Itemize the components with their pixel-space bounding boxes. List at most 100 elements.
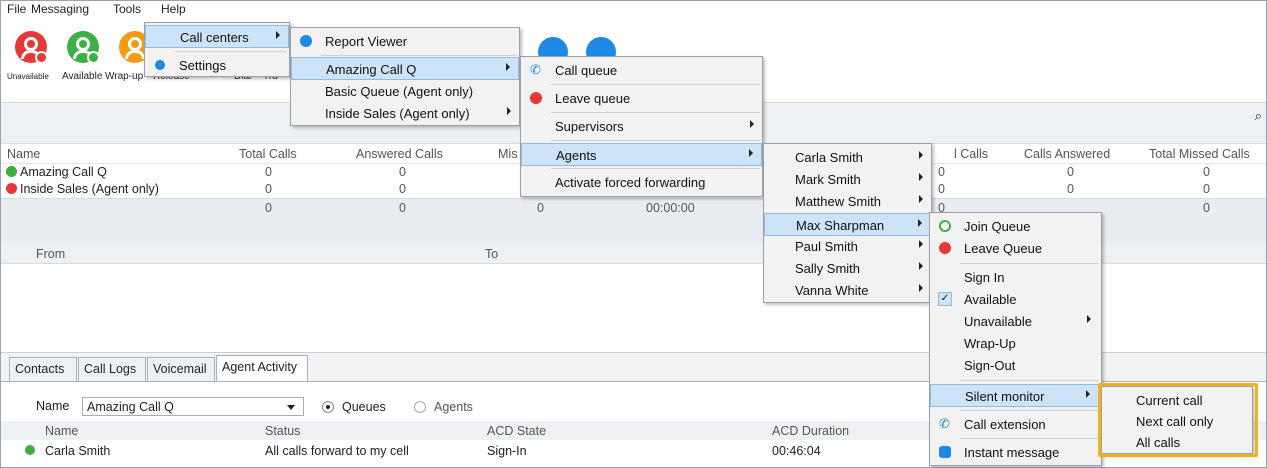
menu-item-join-queue[interactable]: Join Queue bbox=[930, 215, 1101, 238]
menu-bar: File Messaging Tools Help bbox=[1, 1, 1266, 19]
available-icon[interactable] bbox=[67, 31, 100, 64]
chevron-right-icon bbox=[276, 31, 280, 39]
tab-call-logs[interactable]: Call Logs bbox=[78, 357, 146, 381]
col-total-missed[interactable]: Total Missed Calls bbox=[1149, 147, 1250, 161]
col-from[interactable]: From bbox=[36, 247, 65, 261]
radio-agents-label[interactable]: Agents bbox=[434, 400, 473, 414]
menu-item-leave-queue[interactable]: Leave queue bbox=[521, 87, 762, 110]
menu-item-supervisors[interactable]: Supervisors bbox=[521, 115, 762, 138]
menu-item-report-viewer[interactable]: Report Viewer bbox=[291, 30, 519, 53]
menu-item-available[interactable]: ✓ Available bbox=[930, 288, 1101, 311]
agent-item-carla[interactable]: Carla Smith bbox=[764, 146, 931, 169]
menu-help[interactable]: Help bbox=[161, 2, 186, 16]
col-calls-answered[interactable]: Calls Answered bbox=[1024, 147, 1110, 161]
menu-item-wrap-up[interactable]: Wrap-Up bbox=[930, 332, 1101, 355]
radio-queues[interactable] bbox=[322, 401, 334, 413]
menu-item-settings[interactable]: Settings bbox=[145, 54, 289, 77]
tab-contacts[interactable]: Contacts bbox=[9, 357, 77, 381]
menu-item-silent-monitor[interactable]: Silent monitor bbox=[930, 384, 1101, 407]
chevron-right-icon bbox=[919, 284, 923, 292]
totals-missed: 0 bbox=[537, 201, 544, 215]
menu-item-sign-in[interactable]: Sign In bbox=[930, 266, 1101, 289]
menu-item-call-queue[interactable]: ✆ Call queue bbox=[521, 59, 762, 82]
totals-total-missed: 0 bbox=[1203, 201, 1210, 215]
phone-icon: ✆ bbox=[939, 416, 950, 431]
menu-file[interactable]: File bbox=[7, 2, 26, 16]
queue-select-value: Amazing Call Q bbox=[87, 400, 174, 414]
menu-item-instant-message[interactable]: Instant message bbox=[930, 441, 1101, 464]
agent-item-vanna[interactable]: Vanna White bbox=[764, 279, 931, 302]
col-missed[interactable]: Mis bbox=[498, 147, 517, 161]
unavailable-icon[interactable] bbox=[15, 31, 48, 64]
menu-item-call-centers[interactable]: Call centers bbox=[145, 25, 289, 48]
tab-voicemail[interactable]: Voicemail bbox=[147, 357, 215, 381]
menu-item-inside-sales[interactable]: Inside Sales (Agent only) bbox=[291, 102, 519, 125]
call-centers-menu: Report Viewer Amazing Call Q Basic Queue… bbox=[290, 27, 520, 126]
calls-answered-value: 0 bbox=[1067, 182, 1074, 196]
menu-item-basic-queue[interactable]: Basic Queue (Agent only) bbox=[291, 80, 519, 103]
totals-answered: 0 bbox=[399, 201, 406, 215]
menu-item-activate-forwarding[interactable]: Activate forced forwarding bbox=[521, 171, 762, 194]
agent-item-mark[interactable]: Mark Smith bbox=[764, 168, 931, 191]
agent-item-matthew[interactable]: Matthew Smith bbox=[764, 190, 931, 213]
menu-messaging[interactable]: Messaging bbox=[31, 2, 89, 16]
chevron-right-icon bbox=[506, 63, 510, 71]
radio-queues-label[interactable]: Queues bbox=[342, 400, 386, 414]
menu-item-leave-queue-agent[interactable]: Leave Queue bbox=[930, 237, 1101, 260]
phone-icon: ✆ bbox=[530, 62, 541, 77]
total-calls-value: 0 bbox=[265, 165, 272, 179]
col-status[interactable]: Status bbox=[265, 424, 300, 438]
menu-item-call-extension[interactable]: ✆ Call extension bbox=[930, 413, 1101, 436]
col-answered-calls[interactable]: Answered Calls bbox=[356, 147, 443, 161]
menu-item-amazing-call-q[interactable]: Amazing Call Q bbox=[291, 57, 519, 80]
col-name[interactable]: Name bbox=[7, 147, 40, 161]
col-acd-duration[interactable]: ACD Duration bbox=[772, 424, 849, 438]
col-to[interactable]: To bbox=[485, 247, 498, 261]
checkmark-icon: ✓ bbox=[938, 292, 952, 306]
agent-item-max[interactable]: Max Sharpman bbox=[764, 213, 931, 236]
chevron-right-icon bbox=[749, 149, 753, 157]
radio-agents[interactable] bbox=[414, 401, 426, 413]
agent-status-icon bbox=[25, 445, 35, 455]
leave-icon bbox=[530, 92, 542, 104]
agent-acd-state: Sign-In bbox=[487, 444, 527, 458]
gear-icon bbox=[155, 60, 165, 70]
chevron-right-icon bbox=[918, 219, 922, 227]
queue-select[interactable]: Amazing Call Q bbox=[82, 397, 304, 416]
total-calls-value: 0 bbox=[265, 182, 272, 196]
queue-name: Inside Sales (Agent only) bbox=[20, 182, 159, 196]
name-label: Name bbox=[36, 399, 70, 413]
chevron-down-icon bbox=[287, 405, 295, 410]
wrap-up-label: Wrap-up bbox=[105, 71, 144, 82]
col-acd-state[interactable]: ACD State bbox=[487, 424, 546, 438]
calls-value: 0 bbox=[938, 165, 945, 179]
leave-icon bbox=[939, 242, 951, 254]
col-calls[interactable]: l Calls bbox=[954, 147, 988, 161]
tab-agent-activity[interactable]: Agent Activity bbox=[216, 355, 308, 381]
report-icon bbox=[300, 35, 312, 47]
available-label: Available bbox=[62, 71, 103, 82]
agent-status: All calls forward to my cell bbox=[265, 444, 409, 458]
unavailable-status-icon bbox=[6, 183, 17, 194]
tools-menu: Call centers Settings bbox=[144, 22, 290, 77]
menu-tools[interactable]: Tools bbox=[113, 2, 141, 16]
calls-answered-value: 0 bbox=[1067, 165, 1074, 179]
col-total-calls[interactable]: Total Calls bbox=[239, 147, 297, 161]
menu-item-agents[interactable]: Agents bbox=[521, 143, 762, 166]
chevron-right-icon bbox=[919, 195, 923, 203]
agent-item-paul[interactable]: Paul Smith bbox=[764, 235, 931, 258]
answered-calls-value: 0 bbox=[399, 165, 406, 179]
menu-item-sign-out[interactable]: Sign-Out bbox=[930, 354, 1101, 377]
agent-item-sally[interactable]: Sally Smith bbox=[764, 257, 931, 280]
totals-time: 00:00:00 bbox=[646, 201, 695, 215]
calls-value: 0 bbox=[938, 182, 945, 196]
highlight-frame bbox=[1098, 383, 1258, 457]
unavailable-label: Unavailable bbox=[7, 72, 49, 81]
col-agent-name[interactable]: Name bbox=[45, 424, 78, 438]
menu-item-unavailable[interactable]: Unavailable bbox=[930, 310, 1101, 333]
total-missed-value: 0 bbox=[1203, 182, 1210, 196]
chevron-right-icon bbox=[1087, 315, 1091, 323]
search-icon[interactable]: ⌕ bbox=[1255, 108, 1262, 124]
chevron-right-icon bbox=[919, 173, 923, 181]
agent-name: Carla Smith bbox=[45, 444, 111, 458]
